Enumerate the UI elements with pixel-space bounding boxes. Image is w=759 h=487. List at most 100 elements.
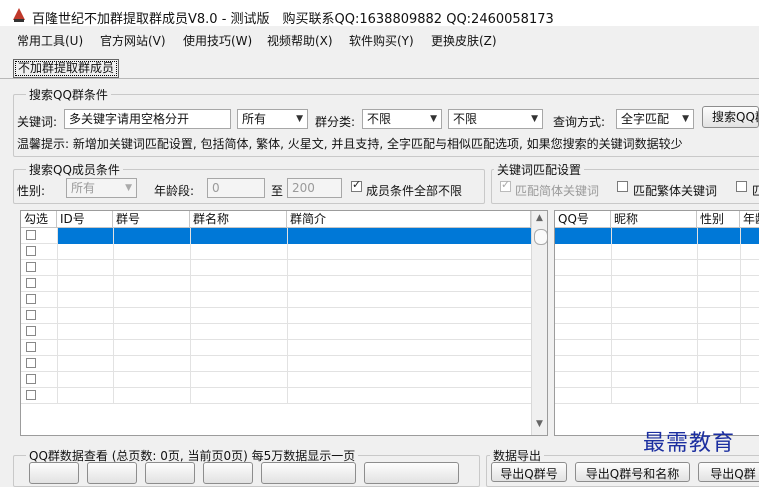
- method-select[interactable]: 全字匹配 ▼: [616, 109, 694, 129]
- menu-usage-tips[interactable]: 使用技巧(W): [183, 32, 252, 49]
- cell-divider: [57, 276, 58, 292]
- cell-divider: [697, 308, 698, 324]
- scroll-down-icon[interactable]: ▼: [536, 419, 543, 429]
- category-label: 群分类:: [315, 115, 356, 129]
- table-row[interactable]: [555, 276, 759, 292]
- table-row[interactable]: [21, 260, 531, 276]
- table-row[interactable]: [555, 244, 759, 260]
- col-header-qq[interactable]: QQ号: [555, 211, 611, 228]
- cell-divider: [190, 388, 191, 404]
- page-button-2[interactable]: [87, 462, 137, 484]
- row-checkbox[interactable]: [26, 342, 36, 352]
- table-row[interactable]: [21, 276, 531, 292]
- cell-divider: [113, 340, 114, 356]
- cell-divider: [697, 244, 698, 260]
- menu-bar: 常用工具(U) 官方网站(V) 使用技巧(W) 视频帮助(X) 软件购买(Y) …: [0, 26, 759, 50]
- age-from-input[interactable]: 0: [207, 178, 265, 198]
- tab-extract-members[interactable]: 不加群提取群成员: [13, 59, 120, 78]
- cell-divider: [611, 340, 612, 356]
- table-row[interactable]: [21, 356, 531, 372]
- page-button-6[interactable]: [364, 462, 459, 484]
- col-header-group-number[interactable]: 群号: [113, 211, 190, 228]
- row-checkbox[interactable]: [26, 262, 36, 272]
- menu-change-skin[interactable]: 更换皮肤(Z): [431, 32, 497, 49]
- page-button-3[interactable]: [145, 462, 195, 484]
- table-row[interactable]: [555, 388, 759, 404]
- cell-divider: [113, 228, 114, 244]
- table-row[interactable]: [21, 244, 531, 260]
- table-row[interactable]: [555, 340, 759, 356]
- chevron-down-icon: ▼: [531, 114, 538, 124]
- col-header-group-name[interactable]: 群名称: [190, 211, 287, 228]
- export-group-button[interactable]: 导出Q群: [698, 462, 759, 482]
- match-traditional-checkbox[interactable]: [617, 181, 628, 192]
- row-checkbox[interactable]: [26, 390, 36, 400]
- row-checkbox[interactable]: [26, 310, 36, 320]
- table-row[interactable]: [555, 324, 759, 340]
- cell-divider: [697, 356, 698, 372]
- col-header-group-intro[interactable]: 群简介: [287, 211, 531, 228]
- row-checkbox[interactable]: [26, 374, 36, 384]
- table-row[interactable]: [555, 372, 759, 388]
- menu-common-tools[interactable]: 常用工具(U): [17, 32, 83, 49]
- scope-select[interactable]: 所有 ▼: [237, 109, 308, 129]
- table-row[interactable]: [21, 308, 531, 324]
- row-checkbox[interactable]: [26, 294, 36, 304]
- table-row[interactable]: [21, 340, 531, 356]
- page-button-1[interactable]: [29, 462, 79, 484]
- cell-divider: [740, 372, 741, 388]
- cell-divider: [287, 244, 288, 260]
- col-header-id[interactable]: ID号: [57, 211, 113, 228]
- menu-video-help[interactable]: 视频帮助(X): [267, 32, 333, 49]
- table-row[interactable]: [555, 308, 759, 324]
- all-unlimited-checkbox[interactable]: [351, 178, 362, 192]
- col-header-age[interactable]: 年龄: [740, 211, 759, 228]
- cell-divider: [113, 372, 114, 388]
- gender-label: 性别:: [17, 184, 46, 198]
- row-checkbox[interactable]: [26, 278, 36, 288]
- table-row[interactable]: [555, 260, 759, 276]
- cell-divider: [611, 372, 612, 388]
- gender-select[interactable]: 所有 ▼: [66, 178, 137, 198]
- age-to-input[interactable]: 200: [287, 178, 342, 198]
- cell-divider: [113, 324, 114, 340]
- row-checkbox[interactable]: [26, 246, 36, 256]
- menu-buy-software[interactable]: 软件购买(Y): [349, 32, 414, 49]
- table-row[interactable]: [21, 388, 531, 404]
- export-group-number-name-button[interactable]: 导出Q群号和名称: [575, 462, 690, 482]
- table-row[interactable]: [21, 228, 531, 244]
- member-table[interactable]: QQ号 昵称 性别 年龄: [554, 210, 759, 436]
- cell-divider: [740, 244, 741, 260]
- table-row[interactable]: [21, 292, 531, 308]
- col-header-select[interactable]: 勾选: [21, 211, 57, 228]
- row-checkbox[interactable]: [26, 358, 36, 368]
- group-table-scrollbar[interactable]: ▲ ▼: [531, 211, 547, 435]
- match-third-checkbox[interactable]: [736, 181, 747, 192]
- table-row[interactable]: [21, 324, 531, 340]
- scroll-thumb[interactable]: [534, 229, 547, 245]
- page-button-4[interactable]: [203, 462, 253, 484]
- cell-divider: [113, 276, 114, 292]
- page-button-5[interactable]: [261, 462, 356, 484]
- category-select[interactable]: 不限 ▼: [362, 109, 442, 129]
- table-row[interactable]: [555, 228, 759, 244]
- table-row[interactable]: [555, 356, 759, 372]
- match-simplified-checkbox[interactable]: [500, 178, 511, 192]
- table-row[interactable]: [21, 372, 531, 388]
- cell-divider: [740, 308, 741, 324]
- row-checkbox[interactable]: [26, 326, 36, 336]
- cell-divider: [113, 388, 114, 404]
- cell-divider: [611, 388, 612, 404]
- table-row[interactable]: [555, 292, 759, 308]
- search-group-button[interactable]: 搜索QQ群: [702, 106, 759, 128]
- row-checkbox[interactable]: [26, 230, 36, 240]
- keyword-input[interactable]: 多关键字请用空格分开: [64, 109, 231, 129]
- group-table[interactable]: 勾选 ID号 群号 群名称 群简介 ▲ ▼: [20, 210, 548, 436]
- export-group-number-button[interactable]: 导出Q群号: [491, 462, 567, 482]
- col-header-gender[interactable]: 性别: [697, 211, 740, 228]
- cell-divider: [190, 356, 191, 372]
- menu-official-site[interactable]: 官方网站(V): [100, 32, 166, 49]
- col-header-nickname[interactable]: 昵称: [611, 211, 697, 228]
- scroll-up-icon[interactable]: ▲: [536, 213, 543, 223]
- subcategory-select[interactable]: 不限 ▼: [448, 109, 543, 129]
